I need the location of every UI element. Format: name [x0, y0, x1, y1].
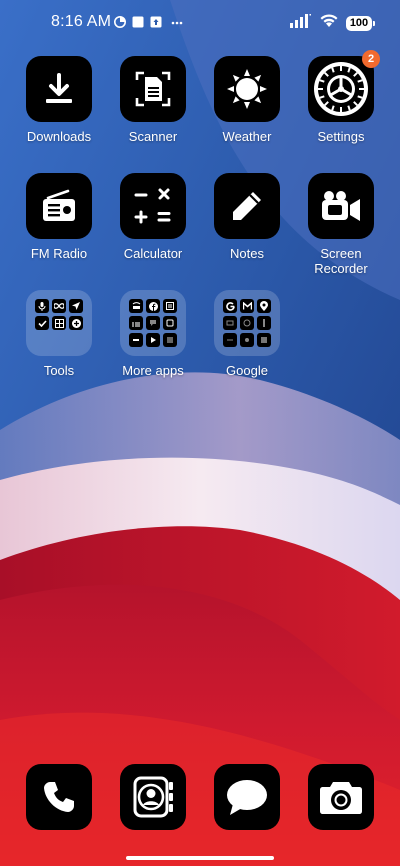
linkedin-icon — [129, 316, 143, 330]
wifi-icon — [319, 13, 339, 33]
document-scan-icon — [120, 56, 186, 122]
folder-label: Google — [226, 363, 268, 378]
folder-google[interactable]: Google — [200, 290, 294, 378]
radio-icon — [26, 173, 92, 239]
app-icon — [163, 316, 177, 330]
app-settings[interactable]: 2 Settings — [294, 50, 388, 144]
phone-icon — [26, 764, 92, 830]
folder-tools[interactable]: Tools — [12, 290, 106, 378]
data-saver-icon — [114, 15, 126, 33]
app-label: Scanner — [128, 129, 178, 144]
app-downloads[interactable]: Downloads — [12, 56, 106, 144]
folder-preview — [214, 290, 280, 356]
app-calculator[interactable]: Calculator — [106, 173, 200, 261]
navigation-arrow-icon — [69, 299, 83, 313]
app-label: Screen Recorder — [294, 246, 388, 276]
pencil-icon — [214, 173, 280, 239]
upload-notification-icon — [150, 15, 162, 33]
app-icon — [240, 316, 254, 330]
folder-more-apps[interactable]: More apps — [106, 290, 200, 378]
folder-label: More apps — [122, 363, 184, 378]
app-icon — [163, 333, 177, 347]
app-weather[interactable]: Weather — [200, 56, 294, 144]
app-icon — [240, 333, 254, 347]
home-indicator[interactable] — [126, 856, 274, 860]
dock-camera[interactable] — [294, 764, 388, 830]
grid-icon — [52, 316, 66, 330]
app-icon — [257, 333, 271, 347]
plus-circle-icon — [69, 316, 83, 330]
folder-preview — [26, 290, 92, 356]
app-icon — [146, 316, 160, 330]
play-icon — [146, 333, 160, 347]
app-icon — [223, 333, 237, 347]
dock-phone[interactable] — [12, 764, 106, 830]
app-label: Weather — [222, 129, 272, 144]
notification-badge: 2 — [362, 50, 380, 68]
app-fm-radio[interactable]: FM Radio — [12, 173, 106, 261]
app-icon — [257, 316, 271, 330]
app-notes[interactable]: Notes — [200, 173, 294, 261]
app-icon — [223, 316, 237, 330]
wifi-router-icon — [129, 299, 143, 313]
facebook-icon — [146, 299, 160, 313]
gear-icon: 2 — [308, 50, 380, 122]
dock-messages[interactable] — [200, 764, 294, 830]
message-bubble-icon — [214, 764, 280, 830]
video-camera-icon — [308, 173, 374, 239]
app-scanner[interactable]: Scanner — [106, 56, 200, 144]
app-label-line: Screen — [320, 246, 362, 261]
infinity-icon — [52, 299, 66, 313]
maps-pin-icon — [257, 299, 271, 313]
camera-icon — [308, 764, 374, 830]
app-icon — [163, 299, 177, 313]
app-label: Calculator — [123, 246, 183, 261]
app-label-line: Recorder — [314, 261, 368, 276]
minus-icon — [129, 333, 143, 347]
contacts-icon — [120, 764, 186, 830]
app-label: Settings — [317, 129, 365, 144]
check-icon — [35, 316, 49, 330]
sun-icon — [214, 56, 280, 122]
calculator-icon — [120, 173, 186, 239]
gmail-icon — [240, 299, 254, 313]
app-label: Notes — [230, 246, 264, 261]
folder-label: Tools — [43, 363, 75, 378]
app-label: Downloads — [26, 129, 92, 144]
status-bar: 8:16 AM 100 — [0, 0, 400, 44]
download-icon — [26, 56, 92, 122]
microphone-icon — [35, 299, 49, 313]
signal-icon — [290, 13, 312, 33]
battery-indicator: 100 — [346, 15, 375, 31]
app-screen-recorder[interactable]: Screen Recorder — [294, 173, 388, 276]
folder-preview — [120, 290, 186, 356]
status-time: 8:16 AM — [51, 13, 112, 30]
square-notification-icon — [132, 15, 144, 33]
app-label: FM Radio — [30, 246, 88, 261]
more-dots-icon — [171, 15, 183, 33]
dock-contacts[interactable] — [106, 764, 200, 830]
google-icon — [223, 299, 237, 313]
